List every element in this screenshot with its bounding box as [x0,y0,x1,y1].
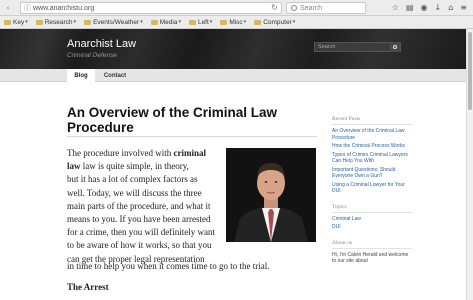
topic-link[interactable]: Criminal Law [332,216,412,223]
divider [332,211,412,213]
site-description: Criminal Defense [67,52,117,59]
divider [332,247,412,249]
folder-icon [84,19,92,25]
recent-post-link[interactable]: Using a Criminal Lawyer for Your DUI [332,182,412,195]
bookmark-folder-key[interactable]: Key ▾ [4,19,28,26]
folder-icon [188,19,196,25]
post-subheading: The Arrest [67,282,109,292]
address-bar[interactable]: ⓘ www.anarchistu.org ↻ [20,2,282,14]
bookmark-folder-misc[interactable]: Misc ▾ [220,19,246,26]
bookmark-folder-media[interactable]: Media ▾ [150,18,181,26]
site-title[interactable]: Anarchist Law [67,38,136,50]
topic-link[interactable]: DUI [332,224,412,231]
bookmark-label: Events/Weather [93,18,140,26]
lawyer-portrait-image [226,148,316,242]
post-paragraph: The procedure involved with criminal law… [67,147,219,266]
pocket-icon[interactable]: ◉ [421,2,428,14]
post-line: means to you. If you have been arrested [67,214,211,225]
browser-search-input[interactable]: Search [286,2,366,14]
menu-icon[interactable]: ≡ [460,2,467,14]
search-icon [393,45,397,49]
folder-icon [150,19,158,25]
chevron-down-icon: ▾ [178,19,181,25]
site-header: Anarchist Law Criminal Defense Search [0,29,466,69]
chevron-down-icon: ▾ [243,19,247,25]
recent-posts-heading: Recent Posts [332,116,361,122]
main-content: An Overview of the Criminal Law Procedur… [0,82,466,300]
site-search-button[interactable] [390,42,400,52]
scrollbar-thumb[interactable] [468,32,472,110]
recent-post-link[interactable]: Important Questions: Should Everyone Own… [332,167,412,180]
bookmark-star-icon[interactable]: ☆ [392,2,399,14]
recent-post-link[interactable]: How the Criminal Process Works [332,143,412,150]
sidebar: Recent Posts An Overview of the Criminal… [332,116,412,265]
home-icon[interactable]: ⌂ [448,2,453,14]
site-search-placeholder: Search [318,44,336,50]
bold-phrase: law [67,161,81,172]
chevron-down-icon: ▾ [73,19,77,25]
url-text: www.anarchistu.org [33,4,95,12]
bookmark-label: Media [159,18,178,26]
search-placeholder: Search [300,4,323,12]
site-search-input[interactable]: Search [314,42,401,52]
folder-icon [35,19,43,25]
recent-post-link[interactable]: Types of Crimes Criminal Lawyers Can Hel… [332,152,412,165]
folder-icon [254,19,262,25]
bookmark-label: Computer [263,18,292,26]
toolbar-icons: ☆ ▤ ◉ ↓ ⌂ ≡ [392,2,467,14]
post-line: law law is quite simple, in theory, [67,161,189,172]
tab-contact[interactable]: Contact [97,69,133,82]
chevron-down-icon: ▾ [209,19,213,25]
bookmark-folder-events-weather[interactable]: Events/Weather ▾ [84,19,143,26]
post-paragraph-tail: in time to help you when it comes time t… [67,261,270,271]
page-scrollbar[interactable] [466,29,473,300]
folder-icon [4,19,11,25]
post-line: The procedure involved with criminal [67,148,206,158]
chevron-down-icon: ▾ [140,19,143,25]
about-heading: About us [332,239,353,246]
chevron-down-icon: ▾ [292,19,296,25]
post-line: but it has a lot of complex factors as [67,174,198,185]
post-line: main parts of the procedure, and what it [67,200,211,211]
search-icon [291,5,297,11]
reload-icon[interactable]: ↻ [271,3,278,12]
folder-icon [220,19,228,25]
bookmark-label: Research [44,18,73,26]
portrait-illustration [226,148,316,242]
bookmark-label: Key [13,18,25,26]
bookmark-label: Misc [229,18,243,26]
bookmarks-bar: Key ▾ Research ▾ Events/Weather ▾ Media ▾ Le… [0,16,473,29]
bookmark-label: Left [197,18,209,26]
topics-heading: Topics [332,203,347,210]
post-line: for a crime, then you will definitely wa… [67,227,215,238]
bold-phrase: criminal [173,148,206,158]
post-title[interactable]: An Overview of the Criminal Law Procedur… [67,105,297,135]
chevron-down-icon: ▾ [25,19,28,25]
divider [67,136,317,137]
recent-post-link[interactable]: An Overview of the Criminal Law Procedur… [332,128,412,141]
back-icon[interactable]: ‹ [3,3,13,13]
bookmark-folder-computer[interactable]: Computer ▾ [254,19,295,26]
post-line: well. Today, we will discuss the three [67,187,202,198]
post-line: to be aware of how it works, so that you [67,240,212,251]
bookmark-folder-research[interactable]: Research ▾ [35,18,77,26]
bookmark-folder-left[interactable]: Left ▾ [188,18,213,26]
about-text: Hi, I'm Calvin Herald and welcome to our… [332,251,409,265]
download-icon[interactable]: ↓ [435,2,442,14]
tab-blog[interactable]: Blog [67,69,95,82]
reader-list-icon[interactable]: ▤ [406,2,414,14]
site-nav: Blog Contact [0,69,466,82]
divider [332,124,412,125]
info-icon[interactable]: ⓘ [24,3,31,13]
browser-toolbar: ‹ ⓘ www.anarchistu.org ↻ Search ☆ ▤ ◉ ↓ … [0,0,473,16]
